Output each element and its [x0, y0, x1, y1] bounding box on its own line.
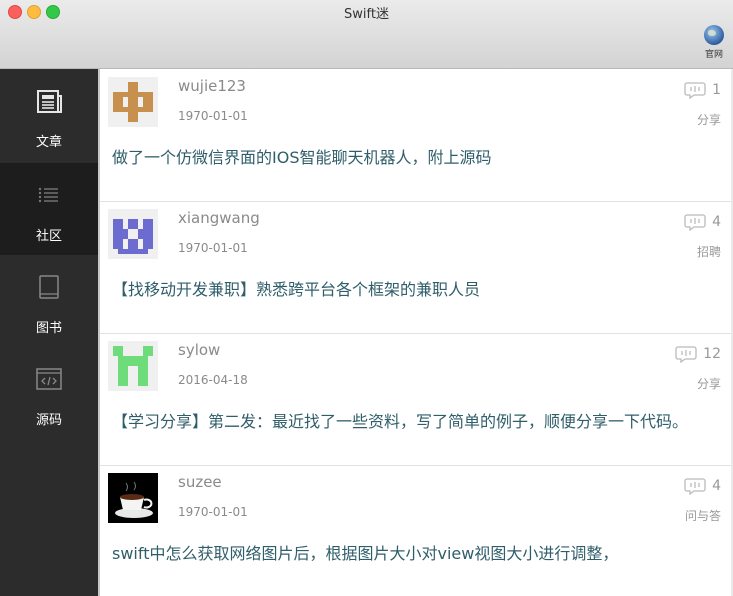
- post-date: 2016-04-18: [178, 373, 248, 387]
- sidebar-item-articles[interactable]: 文章: [0, 69, 98, 161]
- comment-counter: 4: [684, 476, 721, 496]
- post-category[interactable]: 问与答: [685, 507, 721, 524]
- post-username[interactable]: wujie123: [178, 77, 246, 95]
- post-date: 1970-01-01: [178, 241, 248, 255]
- user-avatar[interactable]: [108, 473, 158, 523]
- sidebar-item-label: 社区: [35, 229, 62, 244]
- comment-bubble-icon: [684, 478, 706, 495]
- post-date: 1970-01-01: [178, 109, 248, 123]
- post-category[interactable]: 分享: [697, 111, 721, 128]
- comment-counter: 12: [675, 344, 721, 364]
- post-title[interactable]: 做了一个仿微信界面的IOS智能聊天机器人，附上源码: [112, 147, 721, 169]
- post-list[interactable]: wujie123 1970-01-01 1 分享 做了一个仿微信界面的IOS智能…: [100, 69, 733, 596]
- book-icon: [39, 275, 59, 299]
- comment-counter: 1: [684, 80, 721, 100]
- official-site-button[interactable]: 官网: [701, 25, 727, 60]
- post-item[interactable]: wujie123 1970-01-01 1 分享 做了一个仿微信界面的IOS智能…: [100, 69, 733, 202]
- comment-bubble-icon: [675, 346, 697, 363]
- post-category[interactable]: 分享: [697, 375, 721, 392]
- sidebar-item-label: 文章: [35, 135, 62, 150]
- post-title[interactable]: 【找移动开发兼职】熟悉跨平台各个框架的兼职人员: [112, 279, 721, 301]
- sidebar-item-community[interactable]: 社区: [0, 163, 98, 255]
- post-title[interactable]: 【学习分享】第二发：最近找了一些资料，写了简单的例子，顺便分享一下代码。: [112, 411, 721, 433]
- sidebar-item-label: 图书: [35, 321, 62, 336]
- comment-count: 12: [703, 346, 721, 362]
- window-title: Swift迷: [344, 7, 389, 22]
- sidebar-item-source[interactable]: 源码: [0, 347, 98, 439]
- post-username[interactable]: sylow: [178, 341, 220, 359]
- post-username[interactable]: xiangwang: [178, 209, 260, 227]
- post-item[interactable]: sylow 2016-04-18 12 分享 【学习分享】第二发：最近找了一些资…: [100, 333, 733, 466]
- post-title[interactable]: swift中怎么获取网络图片后，根据图片大小对view视图大小进行调整，: [112, 543, 721, 565]
- comment-bubble-icon: [684, 214, 706, 231]
- post-item[interactable]: suzee 1970-01-01 4 问与答 swift中怎么获取网络图片后，根…: [100, 465, 733, 596]
- comment-count: 1: [712, 82, 721, 98]
- user-avatar[interactable]: [108, 209, 158, 259]
- sidebar: 文章 社区 图书 源码: [0, 69, 98, 596]
- sidebar-item-books[interactable]: 图书: [0, 255, 98, 347]
- title-bar: Swift迷 官网: [0, 0, 733, 69]
- user-avatar[interactable]: [108, 341, 158, 391]
- newspaper-icon: [37, 90, 62, 113]
- post-username[interactable]: suzee: [178, 473, 222, 491]
- comment-count: 4: [712, 478, 721, 494]
- post-item[interactable]: xiangwang 1970-01-01 4 招聘 【找移动开发兼职】熟悉跨平台…: [100, 201, 733, 334]
- app-window: Swift迷 官网 文章 社区 图书 源码 wujie123 1970-01-0…: [0, 0, 733, 596]
- list-icon: [38, 187, 58, 203]
- official-site-label: 官网: [704, 50, 723, 60]
- comment-count: 4: [712, 214, 721, 230]
- post-category[interactable]: 招聘: [697, 243, 721, 260]
- post-date: 1970-01-01: [178, 505, 248, 519]
- comment-counter: 4: [684, 212, 721, 232]
- code-icon: [36, 368, 62, 390]
- comment-bubble-icon: [684, 82, 706, 99]
- user-avatar[interactable]: [108, 77, 158, 127]
- sidebar-item-label: 源码: [35, 413, 62, 428]
- globe-icon: [704, 25, 724, 45]
